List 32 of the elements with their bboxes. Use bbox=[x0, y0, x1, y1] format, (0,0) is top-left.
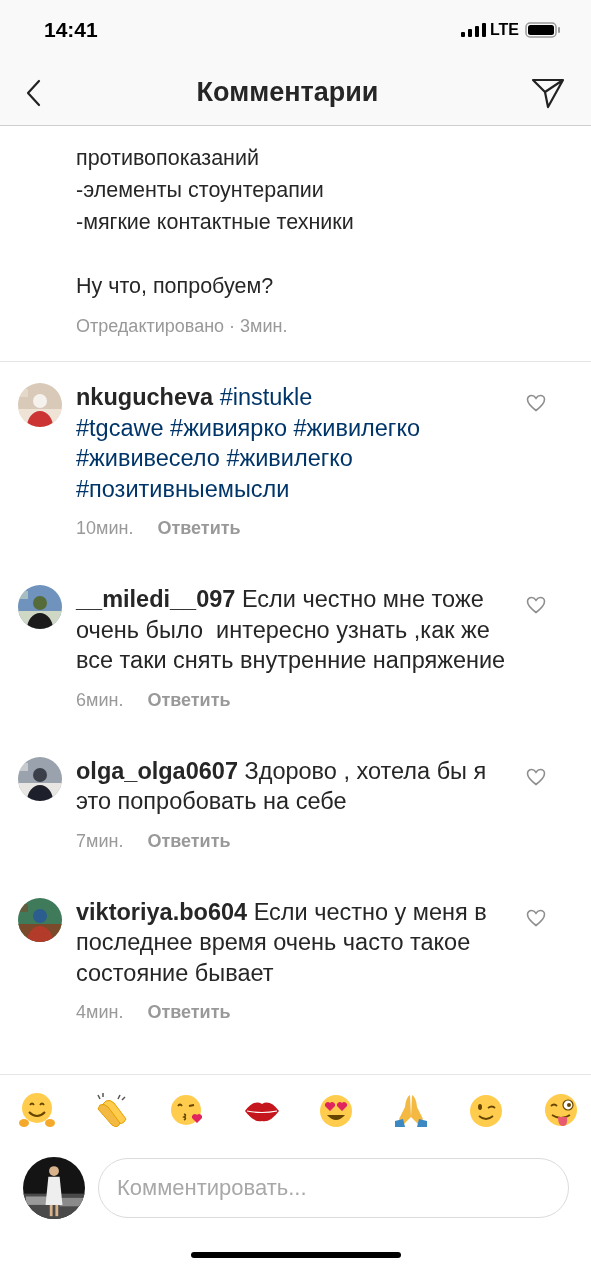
page-title: Комментарии bbox=[196, 77, 379, 108]
hashtag-link[interactable]: #instukle bbox=[219, 384, 313, 410]
hashtag-link[interactable]: #живилегко bbox=[226, 445, 353, 471]
comment-text: olga_olga0607 Здорово , хотела бы я это попробовать на себе bbox=[76, 756, 488, 816]
heart-icon[interactable] bbox=[526, 596, 546, 614]
edited-time: Отредактировано · 3мин. bbox=[76, 315, 289, 338]
send-icon[interactable] bbox=[531, 76, 565, 109]
heart-icon[interactable] bbox=[526, 767, 546, 786]
home-indicator[interactable] bbox=[190, 1251, 401, 1258]
comment-text: viktoriya.bo604 Если честно у меня в последнее время очень часто такое состояние бывает bbox=[76, 897, 488, 988]
caption-text: -элементы стоунтерапии bbox=[76, 177, 325, 204]
hashtag-link[interactable]: #жививесело bbox=[76, 445, 220, 471]
comment-time: 7мин. bbox=[76, 829, 124, 853]
hashtag-link[interactable]: #tgcawe bbox=[76, 414, 164, 441]
caption-text: Ну что, попробуем? bbox=[76, 273, 275, 300]
comment-time: 6мин. bbox=[76, 688, 124, 712]
hashtag-link[interactable]: #позитивныемысли bbox=[76, 475, 290, 502]
comment-input[interactable]: Комментировать... bbox=[98, 1158, 569, 1218]
comment-time: 10мин. bbox=[76, 517, 134, 540]
battery-icon bbox=[525, 22, 561, 38]
heart-icon[interactable] bbox=[526, 908, 546, 927]
hashtag-link[interactable]: #живилегко bbox=[293, 414, 421, 441]
comment-text: nkugucheva #instukle #tgcawe #живиярко #живилегко #жививесело #живилегко #позитивныемысли bbox=[76, 383, 422, 504]
heart-icon[interactable] bbox=[526, 394, 546, 412]
caption-text: -мягкие контактные техники bbox=[76, 209, 355, 236]
network-label: LTE bbox=[489, 21, 519, 39]
comment-time: 4мин. bbox=[76, 1001, 124, 1024]
hashtag-link[interactable]: #живиярко bbox=[170, 414, 287, 441]
caption-text: противопоказаний bbox=[76, 145, 260, 172]
status-time: 14:41 bbox=[44, 18, 98, 42]
comment-text: __miledi__097 Если честно мне тоже очень было интересно узнать ,как же все таки снять внутренние напряжение bbox=[76, 585, 507, 675]
signal-icon bbox=[460, 23, 487, 37]
